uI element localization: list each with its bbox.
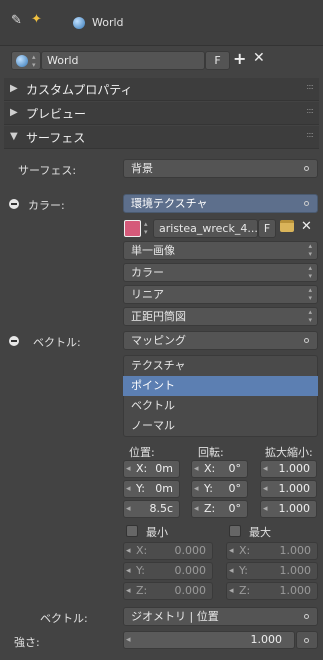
drag-grip-icon[interactable]: ::::	[306, 106, 314, 115]
panel-title: サーフェス	[26, 131, 86, 145]
close-icon[interactable]: ✕	[301, 219, 312, 234]
scale-z-field[interactable]: 1.000	[260, 500, 317, 518]
panel-title: プレビュー	[26, 107, 87, 121]
strength-socket-button[interactable]	[296, 631, 318, 649]
image-browse-icon[interactable]	[124, 220, 141, 237]
projection-select[interactable]: 正距円筒図	[123, 307, 318, 326]
world-icon	[16, 55, 28, 67]
rotation-x-field[interactable]: X:0°	[191, 460, 248, 478]
expand-icon: ▶	[10, 107, 18, 118]
strength-label: 強さ:	[14, 636, 40, 649]
pin-icon[interactable]: ✎	[11, 13, 22, 28]
mapping-type-point[interactable]: ポイント	[123, 376, 318, 396]
max-checkbox[interactable]	[229, 525, 241, 537]
min-label: 最小	[146, 526, 168, 539]
min-x-field[interactable]: X:0.000	[123, 542, 213, 560]
header-bar: ✎ ✦ World	[0, 0, 323, 46]
max-z-field[interactable]: Z:1.000	[226, 582, 318, 600]
location-header: 位置:	[129, 446, 155, 459]
collapse-icon: ▼	[10, 131, 18, 142]
vector-label: ベクトル:	[33, 336, 81, 349]
strength-field[interactable]: 1.000	[123, 631, 295, 649]
panel-surface[interactable]: ▼ サーフェス ::::	[4, 126, 319, 149]
scene-data-icon[interactable]: ✦	[31, 12, 42, 27]
max-y-field[interactable]: Y:1.000	[226, 562, 318, 580]
max-x-field[interactable]: X:1.000	[226, 542, 318, 560]
mapping-type-vector[interactable]: ベクトル	[123, 396, 318, 416]
folder-icon[interactable]	[280, 220, 294, 232]
image-source-select[interactable]: 単一画像	[123, 241, 318, 260]
interpolation-select[interactable]: リニア	[123, 285, 318, 304]
vector-input-label: ベクトル:	[40, 612, 88, 625]
drag-grip-icon[interactable]: ::::	[306, 82, 314, 91]
expand-icon: ▶	[10, 83, 18, 94]
location-x-field[interactable]: X:0m	[123, 460, 180, 478]
panel-custom-properties[interactable]: ▶ カスタムプロパティ ::::	[4, 78, 319, 101]
chevron-updown-icon: ▴ ▾	[144, 220, 148, 236]
world-name-field[interactable]: World	[41, 51, 205, 70]
min-y-field[interactable]: Y:0.000	[123, 562, 213, 580]
image-fake-user-button[interactable]: F	[258, 219, 276, 238]
close-icon[interactable]: ✕	[253, 50, 265, 66]
vector-input-select[interactable]: マッピング	[123, 331, 318, 350]
disconnect-icon[interactable]	[9, 336, 19, 346]
rotation-z-field[interactable]: Z:0°	[191, 500, 248, 518]
color-input-select[interactable]: 環境テクスチャ	[123, 194, 318, 213]
mapping-type-texture[interactable]: テクスチャ	[123, 356, 318, 376]
drag-grip-icon[interactable]: ::::	[306, 130, 314, 139]
disconnect-icon[interactable]	[9, 199, 19, 209]
vector-mapping-select[interactable]: ジオメトリ | 位置	[123, 607, 318, 626]
surface-label: サーフェス:	[18, 164, 77, 177]
panel-preview[interactable]: ▶ プレビュー ::::	[4, 102, 319, 125]
max-label: 最大	[249, 526, 271, 539]
scale-y-field[interactable]: 1.000	[260, 480, 317, 498]
color-space-select[interactable]: カラー	[123, 263, 318, 282]
scale-header: 拡大縮小:	[265, 446, 313, 459]
rotation-header: 回転:	[198, 446, 224, 459]
add-icon[interactable]: +	[233, 49, 246, 68]
scale-x-field[interactable]: 1.000	[260, 460, 317, 478]
mapping-type-normal[interactable]: ノーマル	[123, 416, 318, 436]
context-label: World	[92, 16, 124, 29]
color-label: カラー:	[28, 199, 65, 212]
location-z-field[interactable]: 8.5c	[123, 500, 180, 518]
min-checkbox[interactable]	[126, 525, 138, 537]
surface-shader-select[interactable]: 背景	[123, 159, 318, 178]
fake-user-button[interactable]: F	[205, 51, 230, 70]
chevron-updown-icon: ▴ ▾	[32, 53, 36, 69]
world-type-button[interactable]: ▴ ▾	[11, 51, 41, 70]
world-icon	[73, 17, 85, 29]
rotation-y-field[interactable]: Y:0°	[191, 480, 248, 498]
min-z-field[interactable]: Z:0.000	[123, 582, 213, 600]
panel-title: カスタムプロパティ	[26, 83, 133, 97]
image-name-field[interactable]: aristea_wreck_4...	[153, 219, 258, 238]
location-y-field[interactable]: Y:0m	[123, 480, 180, 498]
